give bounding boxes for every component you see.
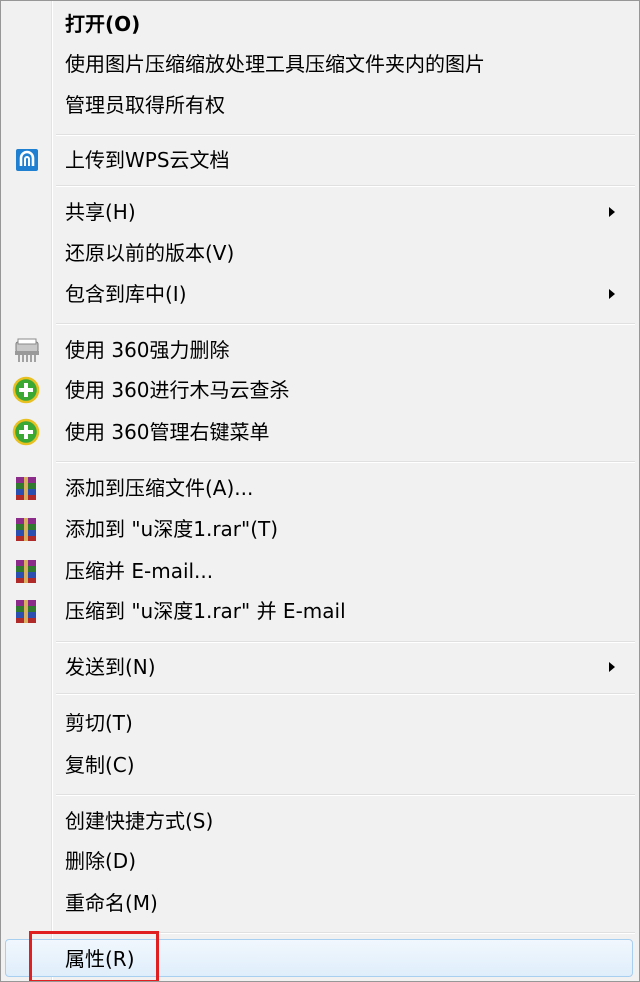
submenu-arrow-icon (609, 289, 615, 299)
menu-separator (56, 693, 635, 695)
menu-item-label: 使用 360管理右键菜单 (65, 420, 270, 444)
menu-item-label: 打开(O) (65, 12, 141, 36)
menu-item-360-manage-menu[interactable]: 使用 360管理右键菜单 (1, 412, 639, 452)
menu-item-copy[interactable]: 复制(C) (1, 745, 639, 785)
menu-item-open[interactable]: 打开(O) (1, 4, 639, 44)
menu-item-upload-wps[interactable]: 上传到WPS云文档 (1, 140, 639, 180)
menu-separator (56, 461, 635, 463)
menu-item-label: 创建快捷方式(S) (65, 809, 214, 833)
menu-item-add-to-archive[interactable]: 添加到压缩文件(A)... (1, 468, 639, 508)
menu-item-compress-email[interactable]: 压缩并 E-mail... (1, 551, 639, 591)
menu-item-restore-versions[interactable]: 还原以前的版本(V) (1, 233, 639, 273)
winrar-icon (16, 560, 36, 583)
submenu-arrow-icon (609, 662, 615, 672)
menu-item-label: 复制(C) (65, 753, 135, 777)
menu-item-label: 删除(D) (65, 849, 137, 873)
winrar-icon (16, 518, 36, 541)
menu-item-360-force-delete[interactable]: 使用 360强力删除 (1, 330, 639, 370)
menu-item-include-library[interactable]: 包含到库中(I) (1, 274, 639, 314)
menu-item-label: 上传到WPS云文档 (65, 148, 230, 172)
menu-item-delete[interactable]: 删除(D) (1, 841, 639, 881)
wps-cloud-icon (16, 149, 38, 171)
menu-item-label: 使用 360进行木马云查杀 (65, 378, 290, 402)
menu-item-label: 使用 360强力删除 (65, 338, 230, 362)
menu-item-label: 剪切(T) (65, 711, 133, 735)
menu-item-share[interactable]: 共享(H) (1, 192, 639, 232)
menu-item-360-trojan-scan[interactable]: 使用 360进行木马云查杀 (1, 370, 639, 410)
winrar-icon (16, 600, 36, 623)
menu-item-cut[interactable]: 剪切(T) (1, 703, 639, 743)
menu-separator (56, 134, 635, 136)
context-menu: 打开(O) 使用图片压缩缩放处理工具压缩文件夹内的图片 管理员取得所有权 上传到… (0, 0, 640, 982)
shredder-icon (15, 338, 39, 362)
menu-item-add-to-rar[interactable]: 添加到 "u深度1.rar"(T) (1, 509, 639, 549)
menu-item-take-ownership[interactable]: 管理员取得所有权 (1, 85, 639, 125)
winrar-icon (16, 477, 36, 500)
menu-item-label: 重命名(M) (65, 891, 158, 915)
menu-item-label: 共享(H) (65, 200, 136, 224)
menu-item-label: 包含到库中(I) (65, 282, 187, 306)
menu-item-label: 添加到压缩文件(A)... (65, 476, 254, 500)
highlight-annotation-box (29, 931, 159, 981)
menu-item-label: 还原以前的版本(V) (65, 241, 235, 265)
menu-item-rename[interactable]: 重命名(M) (1, 883, 639, 923)
menu-item-label: 发送到(N) (65, 655, 156, 679)
menu-item-label: 管理员取得所有权 (65, 93, 225, 117)
menu-item-label: 添加到 "u深度1.rar"(T) (65, 517, 279, 541)
360-plus-icon (12, 418, 40, 446)
menu-item-compress-images[interactable]: 使用图片压缩缩放处理工具压缩文件夹内的图片 (1, 44, 639, 84)
menu-item-label: 使用图片压缩缩放处理工具压缩文件夹内的图片 (65, 52, 485, 76)
menu-separator (56, 794, 635, 796)
menu-item-create-shortcut[interactable]: 创建快捷方式(S) (1, 801, 639, 841)
menu-item-label: 压缩并 E-mail... (65, 559, 214, 583)
menu-separator (56, 641, 635, 643)
menu-item-compress-rar-email[interactable]: 压缩到 "u深度1.rar" 并 E-mail (1, 591, 639, 631)
submenu-arrow-icon (609, 207, 615, 217)
menu-item-send-to[interactable]: 发送到(N) (1, 647, 639, 687)
menu-item-label: 压缩到 "u深度1.rar" 并 E-mail (65, 599, 346, 623)
360-plus-icon (12, 376, 40, 404)
menu-separator (56, 323, 635, 325)
menu-separator (56, 185, 635, 187)
